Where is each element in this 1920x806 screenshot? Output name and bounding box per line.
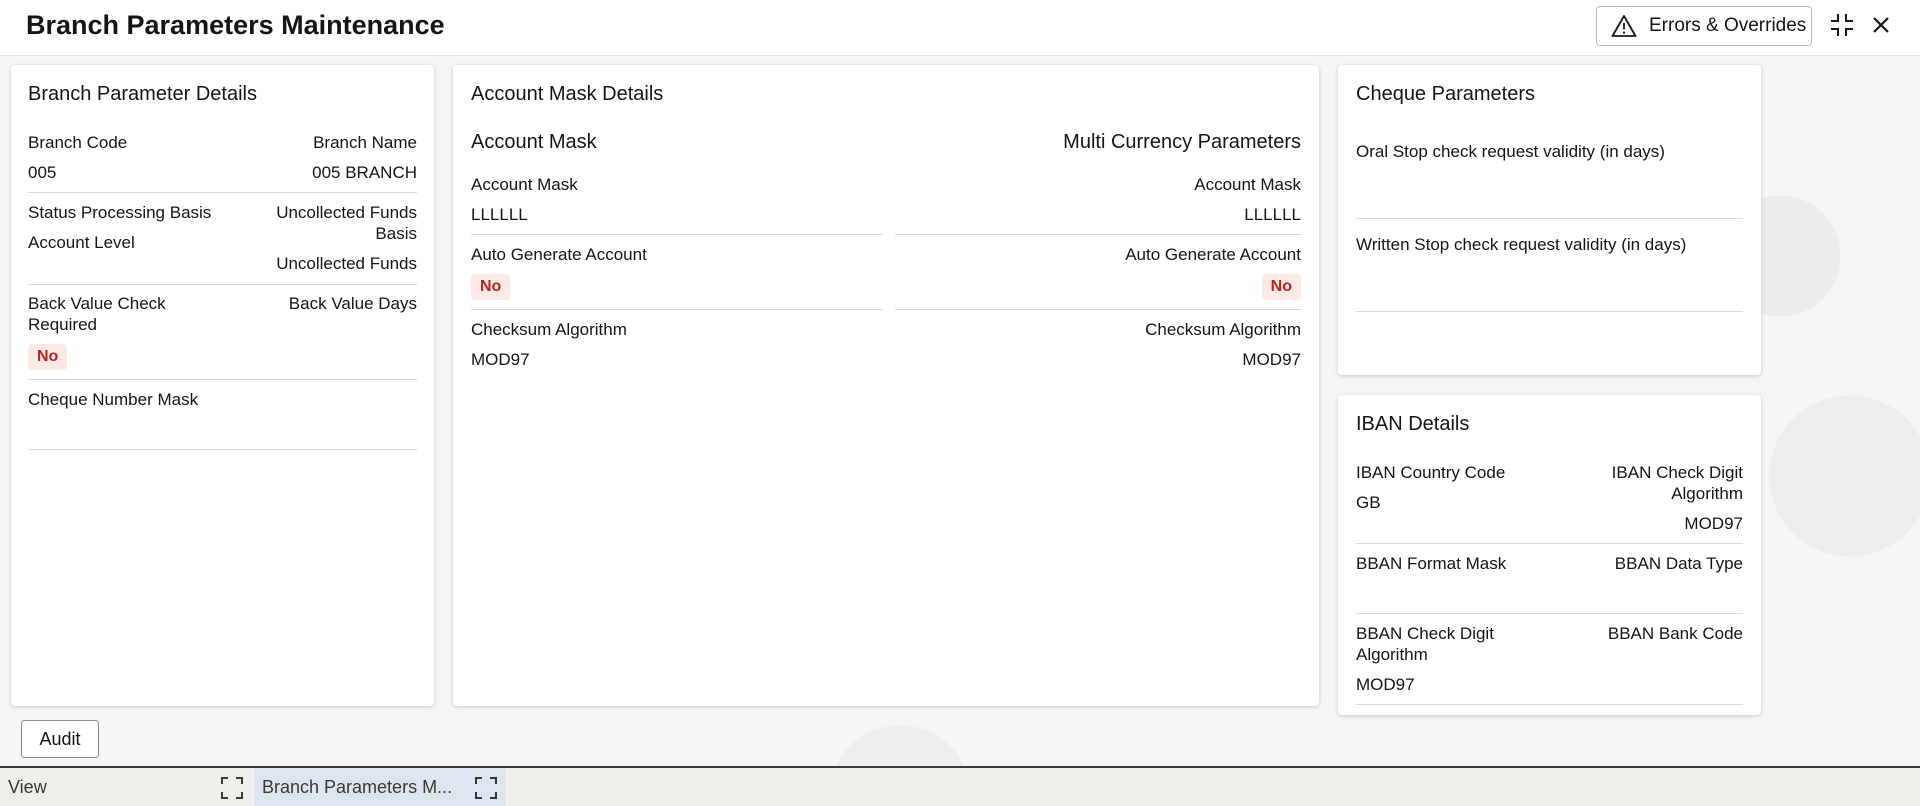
divider (1356, 704, 1743, 705)
auto-generate-badge: No (471, 274, 511, 300)
taskbar: View Branch Parameters M... (0, 766, 1920, 806)
iban-check-digit-value: MOD97 (1684, 514, 1743, 533)
written-stop-label: Written Stop check request validity (in … (1356, 235, 1687, 254)
minimize-icon[interactable] (1827, 10, 1857, 40)
status-basis-label: Status Processing Basis (28, 203, 212, 222)
divider (28, 192, 417, 193)
bban-format-mask-label: BBAN Format Mask (1356, 554, 1507, 573)
page-title: Branch Parameters Maintenance (26, 10, 445, 40)
account-mask-label: Account Mask (471, 175, 578, 194)
taskbar-tab-label: View (8, 777, 47, 797)
back-value-days-label: Back Value Days (288, 294, 417, 313)
bban-check-digit-label-line1: BBAN Check Digit (1356, 624, 1494, 643)
card-title: IBAN Details (1356, 413, 1470, 435)
back-value-check-badge: No (28, 344, 68, 370)
checksum-label: Checksum Algorithm (471, 320, 627, 339)
divider (28, 379, 417, 380)
status-basis-value: Account Level (28, 233, 135, 252)
branch-code-value: 005 (28, 163, 57, 182)
errors-overrides-label: Errors & Overrides (1649, 15, 1807, 36)
taskbar-tab-view[interactable]: View (0, 768, 252, 806)
divider (1356, 218, 1743, 219)
divider (471, 234, 883, 235)
multi-currency-heading: Multi Currency Parameters (1063, 131, 1301, 153)
warning-icon (1611, 15, 1637, 37)
divider (895, 309, 1301, 310)
close-icon[interactable] (1866, 10, 1896, 40)
account-mask-heading: Account Mask (471, 131, 597, 153)
iban-check-digit-label-line1: IBAN Check Digit (1611, 463, 1743, 482)
back-value-check-label-line1: Back Value Check (28, 294, 166, 313)
back-value-check-label-line2: Required (28, 315, 97, 334)
mc-auto-generate-label: Auto Generate Account (1125, 245, 1301, 264)
iban-check-digit-label-line2: Algorithm (1671, 484, 1743, 503)
mc-auto-generate-badge: No (1261, 274, 1301, 300)
bban-data-type-label: BBAN Data Type (1614, 554, 1743, 573)
oral-stop-label: Oral Stop check request validity (in day… (1356, 142, 1665, 161)
divider (1356, 613, 1743, 614)
divider (28, 284, 417, 285)
card-title: Branch Parameter Details (28, 83, 257, 105)
card-title: Cheque Parameters (1356, 83, 1535, 105)
iban-country-code-label: IBAN Country Code (1356, 463, 1506, 482)
cheque-parameters-card: Cheque Parameters Oral Stop check reques… (1338, 65, 1761, 375)
account-mask-value: LLLLLL (471, 205, 528, 224)
mc-checksum-value: MOD97 (1242, 350, 1301, 369)
cheque-number-mask-label: Cheque Number Mask (28, 390, 199, 409)
branch-name-value: 005 BRANCH (312, 163, 417, 182)
divider (1356, 543, 1743, 544)
uncollected-funds-label-line2: Basis (375, 224, 417, 243)
card-title: Account Mask Details (471, 83, 664, 105)
maximize-icon[interactable] (220, 776, 244, 800)
branch-name-label: Branch Name (313, 133, 417, 152)
audit-button[interactable]: Audit (21, 720, 99, 758)
auto-generate-label: Auto Generate Account (471, 245, 647, 264)
uncollected-funds-value: Uncollected Funds (276, 254, 417, 273)
divider (28, 449, 417, 450)
mc-account-mask-label: Account Mask (1194, 175, 1301, 194)
checksum-value: MOD97 (471, 350, 530, 369)
iban-details-card: IBAN Details IBAN Country Code GB IBAN C… (1338, 395, 1761, 715)
iban-country-code-value: GB (1356, 493, 1381, 512)
divider (1356, 311, 1743, 312)
branch-parameter-card: Branch Parameter Details Branch Code 005… (11, 65, 434, 706)
maximize-icon[interactable] (474, 776, 498, 800)
bban-check-digit-value: MOD97 (1356, 675, 1415, 694)
taskbar-tab-branch-parameters[interactable]: Branch Parameters M... (254, 768, 506, 806)
errors-overrides-button[interactable]: Errors & Overrides (1596, 6, 1812, 46)
divider (895, 234, 1301, 235)
branch-code-label: Branch Code (28, 133, 128, 152)
mc-checksum-label: Checksum Algorithm (1145, 320, 1301, 339)
account-mask-card: Account Mask Details Account Mask Multi … (453, 65, 1319, 706)
uncollected-funds-label-line1: Uncollected Funds (276, 203, 417, 222)
mc-account-mask-value: LLLLLL (1244, 205, 1301, 224)
taskbar-tab-label: Branch Parameters M... (262, 777, 453, 797)
bban-bank-code-label: BBAN Bank Code (1607, 624, 1743, 643)
bban-check-digit-label-line2: Algorithm (1356, 645, 1428, 664)
page-header: Branch Parameters Maintenance Errors & O… (0, 0, 1920, 56)
divider (471, 309, 883, 310)
